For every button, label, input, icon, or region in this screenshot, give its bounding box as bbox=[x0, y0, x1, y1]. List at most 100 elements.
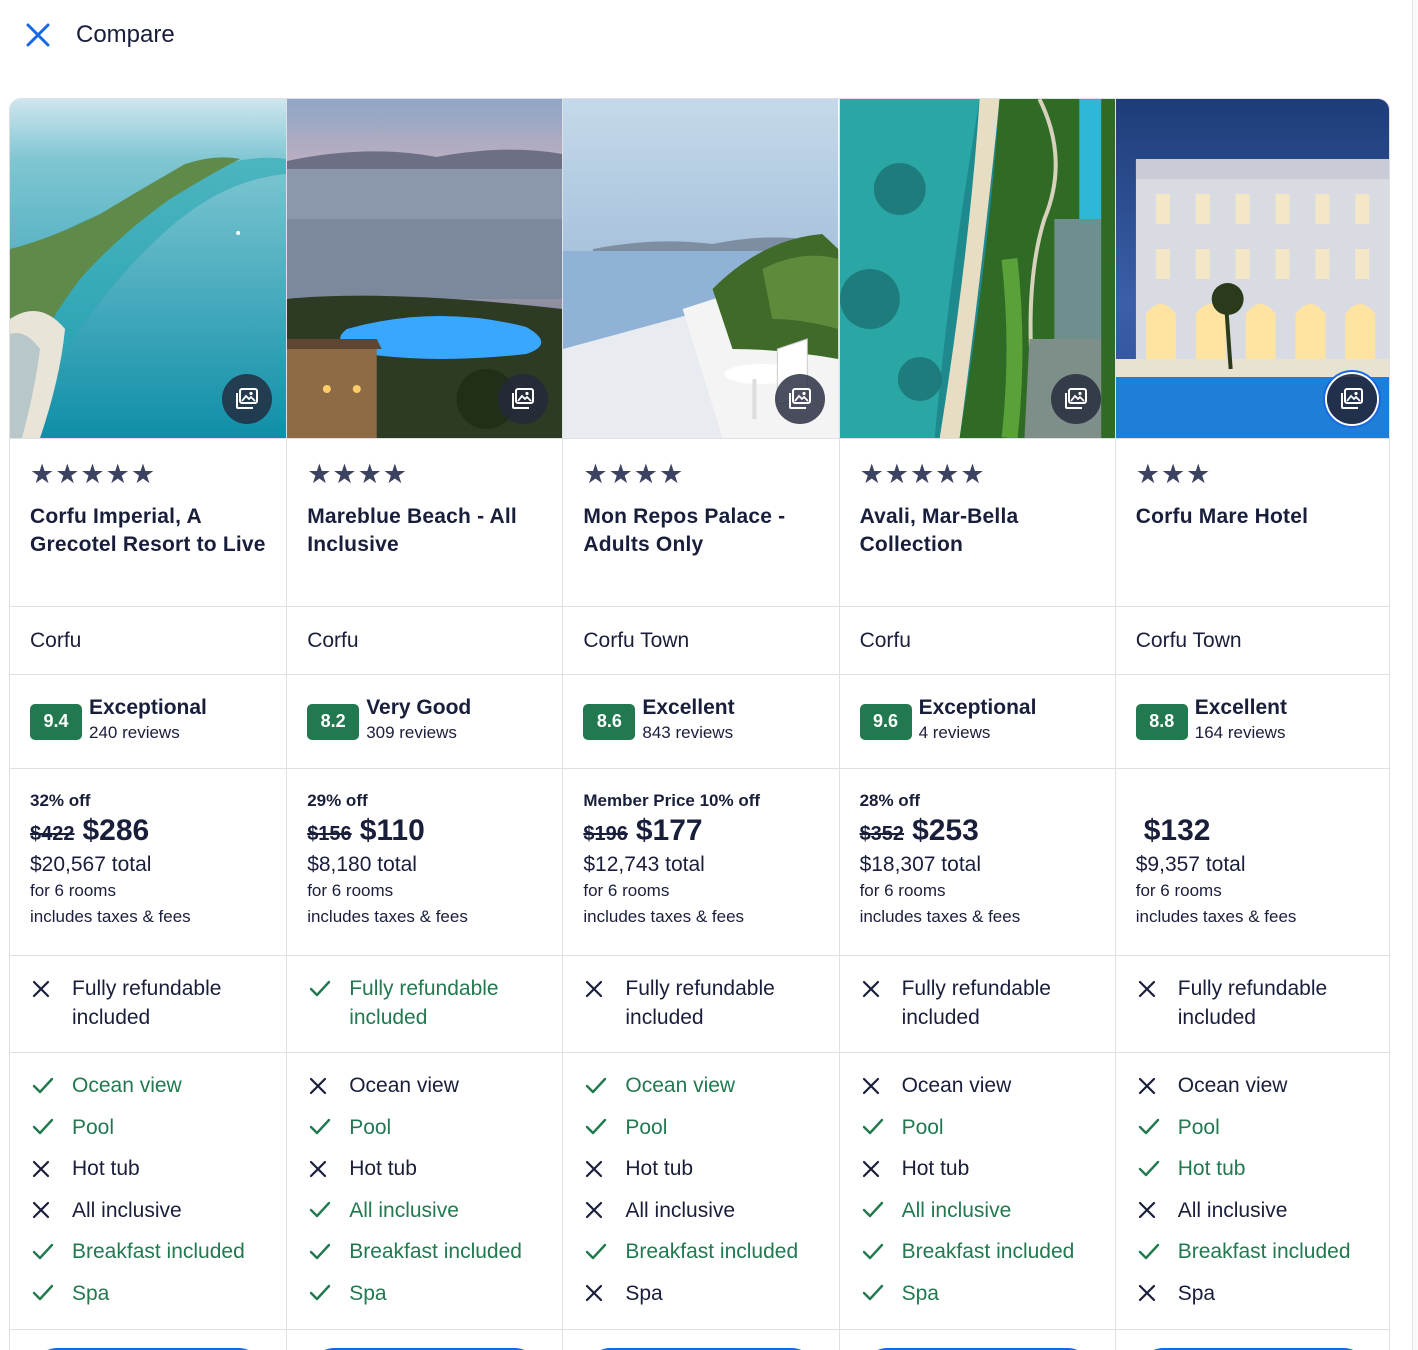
rating-label: Excellent bbox=[642, 695, 735, 719]
amenity-item: Ocean view bbox=[1136, 1071, 1377, 1113]
check-icon bbox=[1138, 1113, 1164, 1142]
review-count: 309 reviews bbox=[366, 722, 457, 742]
refund-section: Fully refundable included bbox=[287, 955, 563, 1052]
amenity-item: Ocean view bbox=[307, 1071, 548, 1113]
amenity-label: Pool bbox=[625, 1115, 668, 1139]
hotel-name-section: ★★★★ Mareblue Beach - All Inclusive bbox=[287, 438, 563, 606]
amenity-label: Hot tub bbox=[901, 1157, 970, 1181]
x-icon bbox=[862, 1071, 888, 1100]
amenity-label: Breakfast included bbox=[625, 1240, 799, 1264]
amenity-item: Pool bbox=[307, 1113, 548, 1155]
location: Corfu bbox=[287, 606, 563, 674]
gallery-icon bbox=[512, 388, 535, 409]
star-rating-icon: ★★★★★ bbox=[859, 459, 986, 489]
rating-label: Exceptional bbox=[89, 695, 207, 719]
taxes-note: includes taxes & fees bbox=[859, 907, 1021, 926]
feature-label: Fully refundable included bbox=[1177, 977, 1328, 1029]
total-price: $12,743 total bbox=[583, 853, 705, 876]
amenity-item: Breakfast included bbox=[860, 1237, 1101, 1279]
amenity-item: All inclusive bbox=[307, 1196, 548, 1238]
taxes-note: includes taxes & fees bbox=[1135, 907, 1297, 926]
gallery-button[interactable] bbox=[1050, 374, 1101, 424]
room-count: for 6 rooms bbox=[583, 881, 670, 900]
hotel-photo[interactable] bbox=[10, 99, 287, 438]
rating-label: Excellent bbox=[1194, 695, 1287, 719]
star-rating-icon: ★★★ bbox=[1135, 459, 1212, 489]
hotel-name-section: ★★★★★ Corfu Imperial, A Grecotel Resort … bbox=[10, 438, 287, 606]
review-count: 240 reviews bbox=[89, 722, 180, 742]
refund-section: Fully refundable included bbox=[10, 955, 287, 1052]
page-scrollbar-track[interactable] bbox=[1412, 0, 1418, 1350]
star-rating-icon: ★★★★★ bbox=[30, 459, 157, 489]
amenity-label: Breakfast included bbox=[349, 1240, 522, 1264]
amenity-item: All inclusive bbox=[30, 1196, 272, 1238]
gallery-button[interactable] bbox=[1326, 374, 1377, 424]
hotel-name[interactable]: Avali, Mar-Bella Collection bbox=[860, 503, 1101, 559]
amenity-item: Hot tub bbox=[30, 1154, 272, 1196]
hotel-name[interactable]: Mon Repos Palace - Adults Only bbox=[583, 503, 824, 559]
check-icon bbox=[585, 1071, 611, 1100]
guest-rating: 9.4 Exceptional 240 reviews bbox=[10, 674, 287, 768]
amenity-item: All inclusive bbox=[1136, 1196, 1377, 1238]
amenity-label: All inclusive bbox=[72, 1198, 182, 1222]
check-icon bbox=[309, 1237, 335, 1266]
nightly-price: $253 bbox=[912, 814, 979, 847]
amenities-section: Ocean view Pool Hot tub All inclusive Breakf… bbox=[839, 1052, 1115, 1329]
amenity-label: Hot tub bbox=[1177, 1157, 1246, 1181]
feature-label: Fully refundable included bbox=[625, 977, 775, 1029]
check-icon bbox=[862, 1196, 888, 1225]
gallery-icon bbox=[1340, 388, 1363, 409]
score-badge: 9.4 bbox=[30, 703, 82, 740]
score-badge: 8.2 bbox=[307, 703, 360, 740]
review-count: 843 reviews bbox=[642, 722, 734, 742]
amenity-item: Pool bbox=[30, 1113, 272, 1155]
amenity-label: All inclusive bbox=[625, 1198, 736, 1222]
refund-feature: Fully refundable included bbox=[583, 974, 824, 1032]
amenity-label: Ocean view bbox=[625, 1074, 736, 1097]
discount-badge: 28% off bbox=[859, 791, 921, 810]
amenity-label: Pool bbox=[1177, 1115, 1220, 1139]
amenity-item: Spa bbox=[307, 1279, 548, 1321]
hotel-photo[interactable] bbox=[839, 99, 1115, 438]
hotel-name[interactable]: Mareblue Beach - All Inclusive bbox=[307, 503, 548, 559]
hotel-name[interactable]: Corfu Imperial, A Grecotel Resort to Liv… bbox=[30, 503, 272, 559]
star-rating-icon: ★★★★ bbox=[307, 459, 409, 489]
amenity-item: Ocean view bbox=[30, 1071, 272, 1113]
nightly-price: $286 bbox=[82, 814, 150, 847]
hotel-photo[interactable] bbox=[1115, 99, 1389, 438]
amenity-item: Pool bbox=[583, 1113, 824, 1155]
amenities-section: Ocean view Pool Hot tub All inclusive Breakf… bbox=[1115, 1052, 1389, 1329]
discount-badge: Member Price 10% off bbox=[583, 791, 761, 810]
original-price: $352 bbox=[859, 823, 905, 845]
location: Corfu Town bbox=[1115, 606, 1389, 674]
amenity-label: Breakfast included bbox=[72, 1240, 245, 1264]
location: Corfu bbox=[839, 606, 1115, 674]
amenity-item: Spa bbox=[860, 1279, 1101, 1321]
total-price: $18,307 total bbox=[859, 853, 981, 876]
hotel-name[interactable]: Corfu Mare Hotel bbox=[1136, 503, 1377, 531]
hotel-photo[interactable] bbox=[287, 99, 563, 438]
amenity-label: All inclusive bbox=[349, 1198, 459, 1222]
guest-rating: 8.6 Excellent 843 reviews bbox=[563, 674, 839, 768]
gallery-icon bbox=[1064, 388, 1087, 409]
gallery-button[interactable] bbox=[222, 374, 273, 424]
x-icon bbox=[585, 974, 611, 1003]
close-button[interactable] bbox=[22, 19, 54, 51]
amenity-item: All inclusive bbox=[583, 1196, 824, 1238]
x-icon bbox=[585, 1196, 611, 1225]
original-price: $422 bbox=[30, 823, 75, 845]
amenity-label: Pool bbox=[901, 1115, 944, 1139]
check-icon bbox=[32, 1113, 58, 1142]
check-icon bbox=[32, 1071, 58, 1100]
amenity-label: Ocean view bbox=[349, 1074, 459, 1097]
gallery-button[interactable] bbox=[774, 374, 825, 424]
price-section: Member Price 10% off $196 $177 $12,743 t… bbox=[563, 768, 839, 955]
check-icon bbox=[1138, 1154, 1164, 1183]
feature-label: Fully refundable included bbox=[349, 977, 499, 1029]
nightly-price: $177 bbox=[635, 814, 703, 847]
hotel-column: ★★★★★ Corfu Imperial, A Grecotel Resort … bbox=[10, 99, 287, 1350]
amenity-item: Breakfast included bbox=[1136, 1237, 1377, 1279]
nightly-price: $110 bbox=[359, 814, 425, 847]
hotel-photo[interactable] bbox=[563, 99, 839, 438]
room-count: for 6 rooms bbox=[1135, 881, 1222, 900]
